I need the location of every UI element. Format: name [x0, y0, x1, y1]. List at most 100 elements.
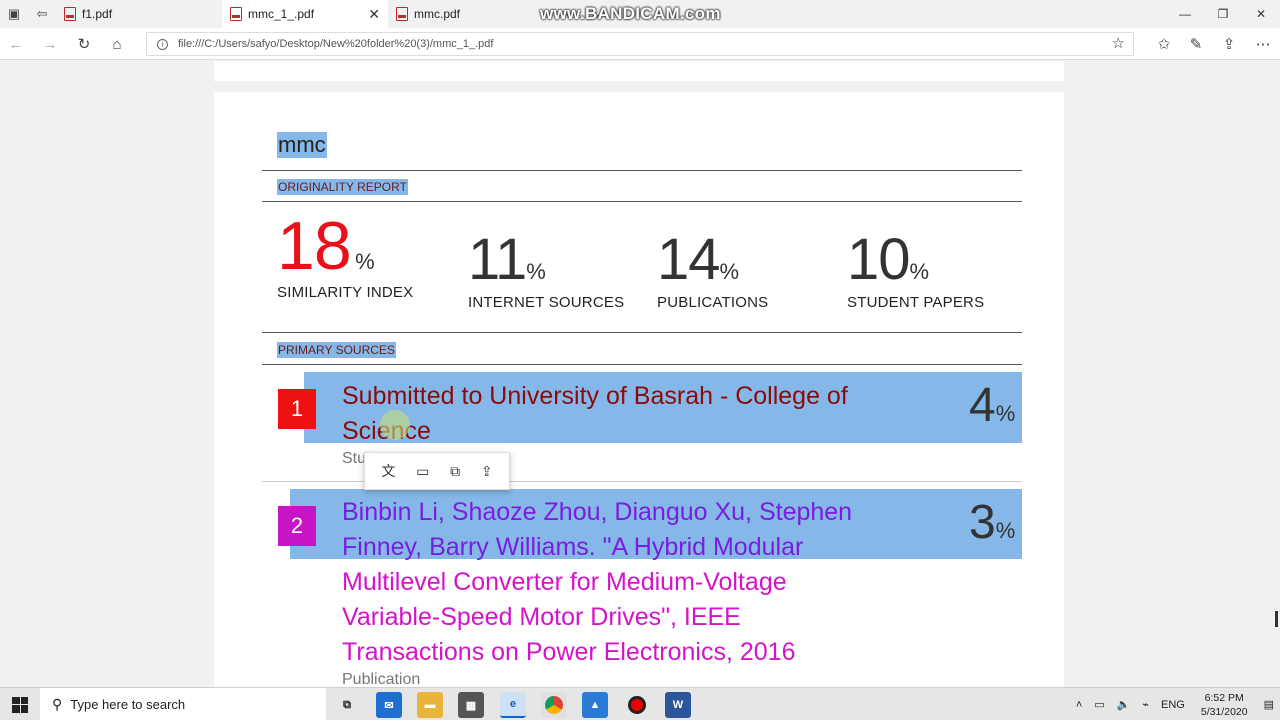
translate-icon[interactable]: 文	[381, 461, 395, 481]
window-controls: — ❐ ✕	[1166, 0, 1280, 28]
taskbar-search[interactable]: ⚲ Type here to search	[40, 688, 326, 720]
source-type: Stu	[342, 450, 367, 467]
copy-icon[interactable]: ⧉	[450, 463, 460, 480]
source-title-line: Multilevel Converter for Medium-Voltage	[342, 568, 787, 596]
stat-internet-sources: 11% INTERNET SOURCES	[468, 227, 624, 312]
selection-context-toolbar: 文 ▭ ⧉ ⇪	[364, 452, 510, 490]
file-explorer-icon[interactable]: ▬	[417, 692, 443, 718]
source-title-line: Binbin Li, Shaoze Zhou, Dianguo Xu, Step…	[342, 498, 853, 526]
search-icon: ⚲	[52, 696, 63, 712]
stat-percent: %	[909, 259, 930, 284]
source-title[interactable]: Submitted to University of Basrah - Coll…	[342, 379, 848, 449]
set-aside-tabs-icon[interactable]: ⇦	[28, 0, 56, 28]
pen-notes-icon[interactable]: ✎	[1184, 32, 1208, 56]
network-icon[interactable]: ⌁	[1142, 698, 1149, 711]
stat-similarity-index: 18 % SIMILARITY INDEX	[277, 212, 413, 301]
word-icon[interactable]: W	[665, 692, 691, 718]
start-button[interactable]	[0, 688, 40, 720]
recorder-watermark: www.BANDICAM.com	[540, 4, 721, 23]
primary-sources-label: PRIMARY SOURCES	[277, 342, 396, 358]
more-menu-icon[interactable]: ⋯	[1251, 32, 1275, 56]
stat-label: PUBLICATIONS	[657, 294, 769, 311]
clock[interactable]: 6:52 PM 5/31/2020	[1201, 691, 1248, 719]
comment-icon[interactable]: ▭	[416, 463, 429, 480]
bandicam-record-icon[interactable]	[624, 692, 650, 718]
stat-value: 14	[657, 227, 721, 292]
photos-icon[interactable]: ▲	[582, 692, 608, 718]
clock-time: 6:52 PM	[1204, 691, 1244, 704]
forward-arrow-icon[interactable]: →	[38, 32, 62, 56]
stat-value: 10	[847, 227, 911, 292]
minimize-icon[interactable]: —	[1166, 0, 1204, 28]
system-tray: ˄ ▭ 🔈 ⌁ ENG 6:52 PM 5/31/2020 ▤	[1070, 688, 1280, 720]
source-title[interactable]: Binbin Li, Shaoze Zhou, Dianguo Xu, Step…	[342, 495, 852, 670]
source-percent: 3%	[969, 495, 1015, 550]
tab-actions-icon[interactable]: ▣	[0, 0, 28, 28]
refresh-icon[interactable]: ↻	[72, 32, 96, 56]
source-title-line: Submitted to University of Basrah - Coll…	[342, 382, 848, 410]
address-bar[interactable]: i file:///C:/Users/safyo/Desktop/New%20f…	[146, 32, 1134, 56]
report-title: mmc	[277, 132, 327, 158]
source-title-line: Transactions on Power Electronics, 2016	[342, 638, 796, 666]
tab-label: f1.pdf	[82, 7, 113, 21]
pdf-file-icon	[230, 7, 242, 21]
task-view-icon[interactable]: ⧉	[334, 692, 360, 718]
stat-publications: 14% PUBLICATIONS	[657, 227, 769, 312]
divider	[262, 364, 1022, 365]
favorites-icon[interactable]: ✩	[1152, 32, 1176, 56]
source-percent-sign: %	[995, 401, 1016, 426]
source-title-line: Science	[342, 414, 848, 449]
chevron-up-icon[interactable]: ˄	[1076, 699, 1082, 711]
star-favorite-icon[interactable]: ☆	[1112, 34, 1125, 52]
pdf-file-icon	[396, 7, 408, 21]
info-icon[interactable]: i	[157, 38, 168, 50]
source-percent: 4%	[969, 378, 1015, 433]
tab-mmc-pdf[interactable]: mmc.pdf	[388, 0, 554, 28]
stat-value: 11	[468, 227, 527, 292]
mail-icon[interactable]: ✉	[376, 692, 402, 718]
chrome-icon[interactable]	[541, 692, 567, 718]
source-title-line: Variable-Speed Motor Drives", IEEE	[342, 603, 741, 631]
source-percent-value: 4	[969, 379, 996, 432]
restore-icon[interactable]: ❐	[1204, 0, 1242, 28]
pdf-viewer[interactable]: mmc ORIGINALITY REPORT 18 % SIMILARITY I…	[0, 61, 1280, 687]
previous-page	[214, 61, 1064, 81]
windows-taskbar: ⚲ Type here to search ⧉ ✉ ▬ ▦ e ▲ W ˄ ▭ …	[0, 687, 1280, 720]
share-icon[interactable]: ⇪	[481, 463, 493, 480]
close-tab-icon[interactable]: ✕	[368, 6, 380, 23]
volume-icon[interactable]: 🔈	[1117, 698, 1131, 711]
close-window-icon[interactable]: ✕	[1242, 0, 1280, 28]
source-number-badge: 1	[278, 389, 316, 429]
cursor-highlight	[380, 410, 410, 440]
tab-f1-pdf[interactable]: f1.pdf	[56, 0, 222, 28]
search-placeholder: Type here to search	[70, 697, 186, 712]
share-icon[interactable]: ⇪	[1217, 32, 1241, 56]
scrollbar-thumb[interactable]	[1275, 611, 1278, 627]
stat-value: 18	[277, 208, 352, 284]
stat-percent: %	[526, 259, 546, 284]
stat-label: SIMILARITY INDEX	[277, 284, 414, 301]
source-number-badge: 2	[278, 506, 316, 546]
source-percent-value: 3	[969, 496, 996, 549]
clock-date: 5/31/2020	[1200, 705, 1248, 718]
address-toolbar: ← → ↻ ⌂ i file:///C:/Users/safyo/Desktop…	[0, 28, 1280, 60]
pdf-file-icon	[64, 7, 76, 21]
store-icon[interactable]: ▦	[458, 692, 484, 718]
divider	[262, 332, 1022, 333]
stat-percent: %	[719, 259, 740, 284]
back-arrow-icon[interactable]: ←	[4, 32, 28, 56]
stat-percent: %	[355, 249, 375, 274]
source-type: Publication	[342, 671, 421, 687]
tab-label: mmc_1_.pdf	[248, 7, 315, 21]
notifications-icon[interactable]: ▤	[1264, 698, 1274, 711]
divider	[262, 201, 1022, 202]
pdf-page: mmc ORIGINALITY REPORT 18 % SIMILARITY I…	[214, 92, 1064, 687]
language-indicator[interactable]: ENG	[1161, 699, 1185, 711]
battery-icon[interactable]: ▭	[1094, 698, 1104, 711]
tab-mmc-1-pdf[interactable]: mmc_1_.pdf ✕	[222, 0, 388, 28]
divider	[262, 170, 1022, 171]
edge-browser-icon[interactable]: e	[500, 692, 526, 718]
home-icon[interactable]: ⌂	[105, 32, 129, 56]
url-text[interactable]: file:///C:/Users/safyo/Desktop/New%20fol…	[178, 38, 493, 50]
stat-student-papers: 10% STUDENT PAPERS	[847, 227, 984, 312]
